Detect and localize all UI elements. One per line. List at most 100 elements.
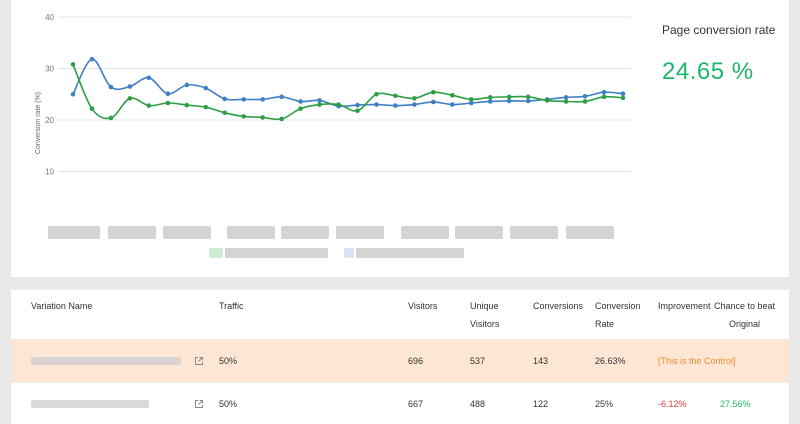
header-improvement[interactable]: Improvement (658, 297, 711, 315)
x-tick-blur (48, 226, 100, 239)
series-0-point (203, 85, 209, 91)
series-0-point (89, 56, 95, 62)
conversions-value: 143 (533, 355, 549, 366)
series-1-point (544, 98, 550, 103)
series-1-point (412, 96, 417, 101)
traffic-value: 50% (219, 398, 238, 409)
series-1-point (374, 91, 379, 97)
kpi-value: 24.65 % (662, 58, 754, 85)
y-axis-ticks: 10 20 30 40 (45, 13, 54, 177)
series-0-point (70, 91, 76, 97)
series-line-1 (72, 64, 624, 121)
series-1-point (203, 104, 209, 110)
series-1-point (89, 106, 95, 111)
x-tick-blur (566, 226, 614, 239)
conversion-rate-value: 25% (595, 398, 614, 409)
series-1-point (317, 102, 322, 107)
header-variation-name[interactable]: Variation Name (31, 297, 92, 315)
series-0-point (165, 91, 171, 97)
series-1-point (431, 89, 436, 95)
results-table: Variation Name Traffic Visitors Unique V… (11, 290, 789, 424)
conversions-value: 122 (533, 398, 549, 409)
x-tick-blur (510, 226, 558, 239)
header-conversions[interactable]: Conversions (533, 297, 583, 315)
x-tick-blur (163, 226, 211, 239)
variation-name-blurred (31, 399, 149, 408)
series-0-point (146, 75, 152, 81)
header-conversion-rate-line2: Rate (595, 319, 615, 329)
chart-card: 10 20 30 40 Conversion rate (%) Page conver… (11, 0, 789, 277)
series-1-point (279, 116, 284, 122)
series-1-point (393, 93, 398, 99)
y-tick-label: 20 (45, 116, 54, 125)
series-1-point (601, 94, 607, 100)
header-conversion-rate[interactable]: Conversion Rate (595, 297, 641, 333)
y-tick-label: 40 (45, 13, 54, 22)
x-tick-blur (227, 226, 275, 239)
series-0-point (241, 97, 246, 102)
y-axis-label: Conversion rate (%) (35, 92, 42, 154)
y-tick-label: 10 (45, 168, 54, 177)
series-0-point (184, 82, 190, 88)
series-0-point (374, 102, 379, 107)
series-1-point (336, 102, 341, 107)
header-conversion-rate-line1: Conversion (595, 301, 641, 311)
variation-name-blurred (31, 356, 181, 365)
header-chance-to-beat[interactable]: Chance to beat Original (714, 297, 775, 333)
series-0-point (506, 98, 512, 104)
header-chance-line2: Original (729, 319, 761, 329)
series-1-point (222, 110, 228, 116)
series-1-point (241, 114, 246, 119)
x-tick-blur (336, 226, 384, 239)
series-0-point (582, 94, 588, 99)
external-link-icon[interactable] (194, 356, 204, 366)
series-1-point (165, 100, 171, 106)
header-visitors[interactable]: Visitors (408, 297, 437, 315)
kpi-title: Page conversion rate (662, 23, 776, 37)
header-chance-line1: Chance to beat (714, 301, 776, 311)
series-1-point (184, 102, 190, 108)
series-0-point (393, 103, 398, 108)
series-layer (70, 56, 626, 122)
table-row-control[interactable]: 50% 696 537 143 26.63% [This is the Cont… (11, 339, 789, 382)
table-row-variation[interactable]: 50% 667 488 122 25% -6.12% 27.56% (11, 382, 789, 424)
series-0-point (525, 98, 531, 104)
x-tick-blur (281, 226, 329, 239)
chance-to-beat-value: 27.56% (720, 398, 751, 409)
legend-swatch-green (209, 248, 223, 258)
header-traffic[interactable]: Traffic (219, 297, 244, 315)
unique-visitors-value: 537 (470, 355, 486, 366)
header-unique-visitors-line1: Unique (470, 301, 499, 311)
series-1-point (127, 96, 133, 101)
series-1-point (620, 95, 626, 101)
series-0-point (412, 102, 417, 107)
series-1-point (563, 99, 569, 104)
legend-label-blur (356, 248, 464, 258)
legend-blurred (209, 248, 464, 258)
series-0-point (620, 91, 626, 97)
series-0-point (279, 94, 284, 100)
header-unique-visitors[interactable]: Unique Visitors (470, 297, 499, 333)
y-tick-label: 30 (45, 65, 54, 74)
series-0-point (108, 84, 114, 90)
external-link-icon[interactable] (194, 399, 204, 409)
series-0-point (450, 102, 455, 107)
series-0-point (222, 96, 228, 102)
series-0-point (260, 97, 265, 102)
series-0-point (563, 95, 569, 100)
series-1-point (355, 108, 360, 114)
conversion-rate-chart: 10 20 30 40 Conversion rate (%) (35, 13, 631, 258)
series-0-point (355, 102, 360, 108)
series-1-point (468, 97, 474, 102)
series-1-point (108, 115, 114, 121)
series-1-point (450, 92, 455, 98)
series-0-point (431, 99, 436, 105)
x-axis-blurred-labels (48, 226, 614, 239)
series-0-point (298, 99, 303, 104)
x-tick-blur (455, 226, 503, 239)
visitors-value: 696 (408, 355, 424, 366)
conversion-rate-value: 26.63% (595, 355, 626, 366)
series-1-point (70, 62, 76, 67)
x-tick-blur (108, 226, 156, 239)
series-0-point (601, 89, 607, 95)
